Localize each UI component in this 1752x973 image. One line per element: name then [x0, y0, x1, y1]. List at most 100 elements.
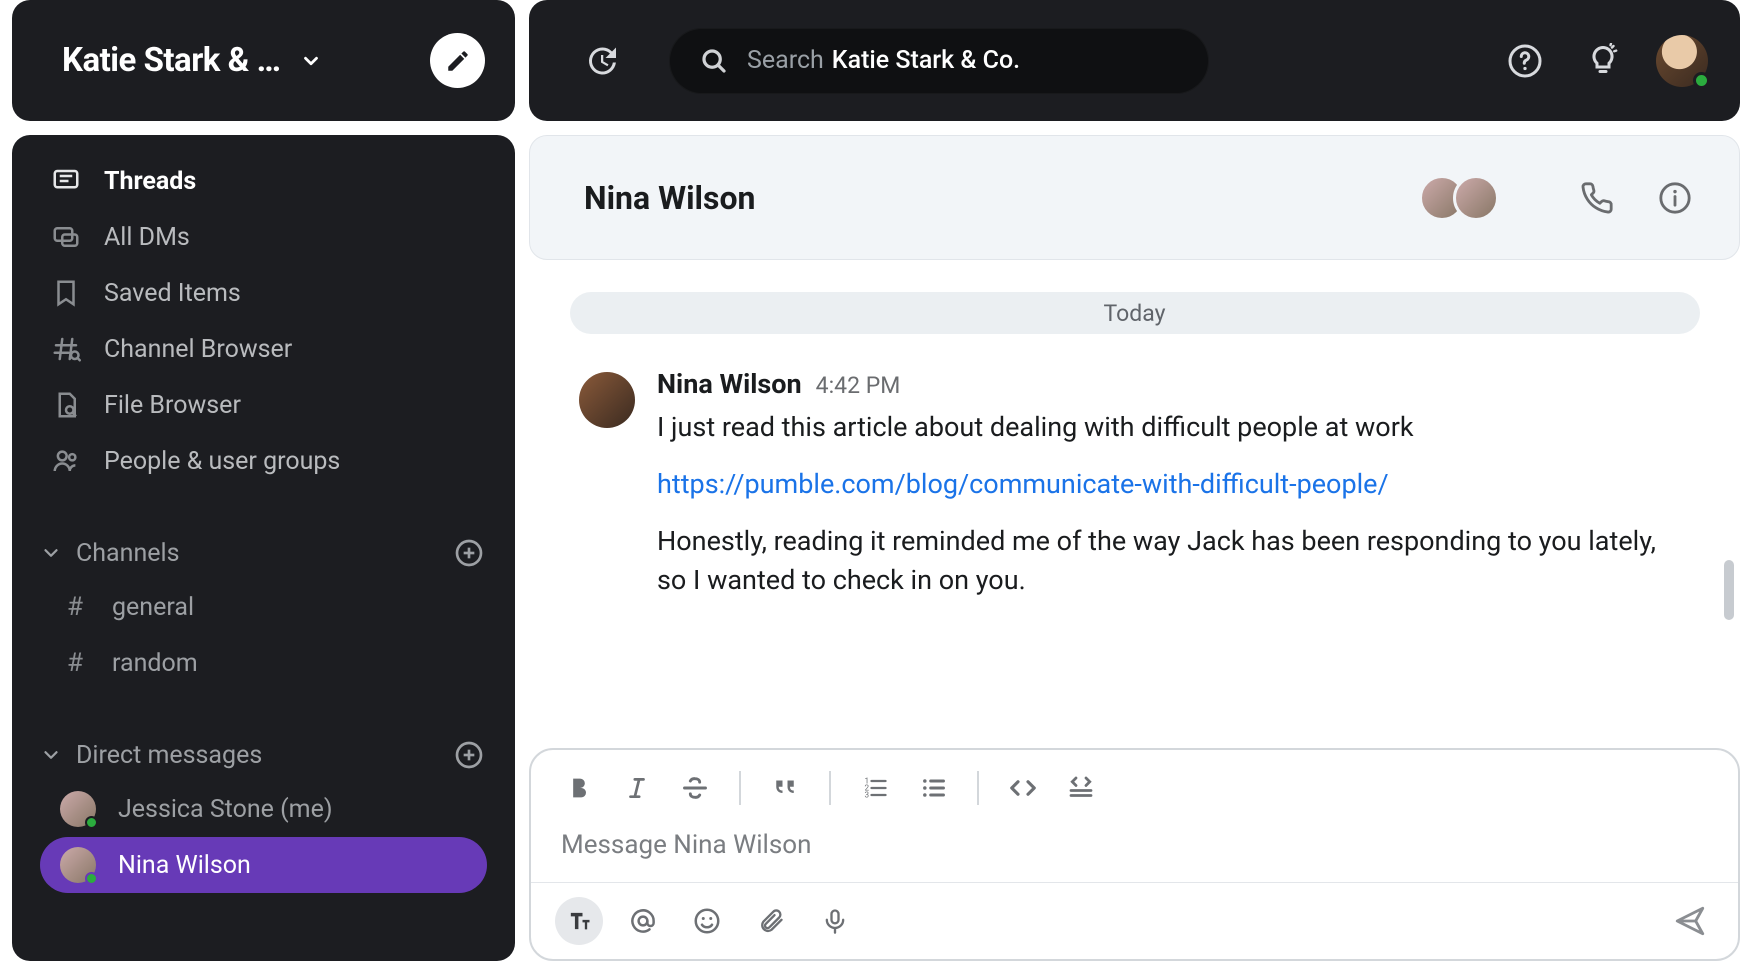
pencil-icon [445, 48, 471, 74]
mention-button[interactable] [619, 897, 667, 945]
section-title: Channels [76, 539, 180, 568]
channels-section-header[interactable]: Channels [40, 527, 487, 579]
toggle-formatting-button[interactable] [555, 897, 603, 945]
conversation-pane: Nina Wilson Today [529, 135, 1740, 961]
hash-icon: # [60, 648, 90, 678]
channel-item-random[interactable]: # random [40, 635, 487, 691]
audio-button[interactable] [811, 897, 859, 945]
phone-icon [1580, 181, 1614, 215]
bullet-list-button[interactable] [909, 764, 957, 812]
bold-icon [565, 774, 593, 802]
search-input[interactable]: Search Katie Stark & Co. [669, 28, 1209, 94]
section-title: Direct messages [76, 741, 262, 770]
info-icon [1658, 181, 1692, 215]
workspace-header: Katie Stark & … [12, 0, 515, 121]
help-icon [1507, 43, 1543, 79]
nav-channel-browser[interactable]: Channel Browser [40, 321, 487, 377]
code-button[interactable] [999, 764, 1047, 812]
details-button[interactable] [1653, 176, 1697, 220]
italic-icon [624, 775, 650, 801]
codeblock-button[interactable] [1057, 764, 1105, 812]
avatar [60, 847, 96, 883]
avatar [1453, 175, 1499, 221]
member-avatars[interactable] [1431, 175, 1499, 221]
sidebar: Threads All DMs Saved Items Channel Brow… [12, 135, 515, 961]
add-dm-button[interactable] [451, 737, 487, 773]
at-icon [628, 906, 658, 936]
people-icon [50, 445, 82, 477]
add-channel-button[interactable] [451, 535, 487, 571]
nav-all-dms[interactable]: All DMs [40, 209, 487, 265]
message-author[interactable]: Nina Wilson [657, 368, 802, 400]
message-text: I just read this article about dealing w… [657, 408, 1690, 447]
channel-name: general [112, 593, 194, 622]
composer: 123 Message Nina Wilson [529, 748, 1740, 961]
nav-label: All DMs [104, 223, 190, 252]
message-time: 4:42 PM [816, 372, 901, 399]
day-divider: Today [570, 292, 1700, 334]
nav-threads[interactable]: Threads [40, 153, 487, 209]
blockquote-button[interactable] [761, 764, 809, 812]
send-button[interactable] [1666, 897, 1714, 945]
strikethrough-icon [681, 774, 709, 802]
presence-indicator [85, 872, 98, 885]
bookmark-icon [50, 277, 82, 309]
attach-button[interactable] [747, 897, 795, 945]
help-button[interactable] [1500, 36, 1550, 86]
dm-item-nina[interactable]: Nina Wilson [40, 837, 487, 893]
emoji-icon [692, 906, 722, 936]
nav-label: Channel Browser [104, 335, 292, 364]
dms-section-header[interactable]: Direct messages [40, 729, 487, 781]
plus-circle-icon [453, 739, 485, 771]
message-avatar[interactable] [579, 372, 635, 428]
dm-name: Nina Wilson [118, 851, 251, 880]
composer-input[interactable]: Message Nina Wilson [531, 826, 1738, 882]
lightbulb-icon [1585, 43, 1621, 79]
nav-file-browser[interactable]: File Browser [40, 377, 487, 433]
whats-new-button[interactable] [1578, 36, 1628, 86]
italic-button[interactable] [613, 764, 661, 812]
strikethrough-button[interactable] [671, 764, 719, 812]
bold-button[interactable] [555, 764, 603, 812]
history-icon [583, 43, 619, 79]
bullet-list-icon [919, 774, 947, 802]
history-button[interactable] [577, 37, 625, 85]
nav-label: People & user groups [104, 447, 340, 476]
workspace-switcher[interactable]: Katie Stark & … [62, 41, 430, 80]
chevron-down-icon [40, 542, 62, 564]
chevron-down-icon [300, 50, 322, 72]
channel-name: random [112, 649, 198, 678]
nav-people[interactable]: People & user groups [40, 433, 487, 489]
search-label: Search [747, 46, 824, 75]
nav-saved-items[interactable]: Saved Items [40, 265, 487, 321]
user-avatar[interactable] [1656, 35, 1708, 87]
scrollbar-thumb[interactable] [1724, 560, 1734, 620]
ordered-list-icon: 123 [861, 774, 889, 802]
paperclip-icon [757, 907, 785, 935]
top-bar: Search Katie Stark & Co. [529, 0, 1740, 121]
conversation-title[interactable]: Nina Wilson [584, 179, 1431, 217]
send-icon [1673, 904, 1707, 938]
ordered-list-button[interactable]: 123 [851, 764, 899, 812]
separator [829, 771, 831, 805]
nav-label: Saved Items [104, 279, 241, 308]
threads-icon [50, 165, 82, 197]
file-browser-icon [50, 389, 82, 421]
channel-browser-icon [50, 333, 82, 365]
call-button[interactable] [1575, 176, 1619, 220]
channel-item-general[interactable]: # general [40, 579, 487, 635]
nav-label: Threads [104, 167, 196, 196]
code-icon [1008, 773, 1038, 803]
compose-button[interactable] [430, 33, 485, 88]
message-link[interactable]: https://pumble.com/blog/communicate-with… [657, 468, 1389, 500]
nav-label: File Browser [104, 391, 241, 420]
conversation-body[interactable]: Today Nina Wilson 4:42 PM I just read th… [529, 260, 1740, 738]
workspace-title: Katie Stark & … [62, 41, 280, 80]
dm-item-self[interactable]: Jessica Stone (me) [40, 781, 487, 837]
avatar [60, 791, 96, 827]
composer-actions [531, 882, 1738, 959]
emoji-button[interactable] [683, 897, 731, 945]
dm-name: Jessica Stone (me) [118, 795, 333, 824]
message: Nina Wilson 4:42 PM I just read this art… [549, 368, 1720, 619]
codeblock-icon [1066, 773, 1096, 803]
